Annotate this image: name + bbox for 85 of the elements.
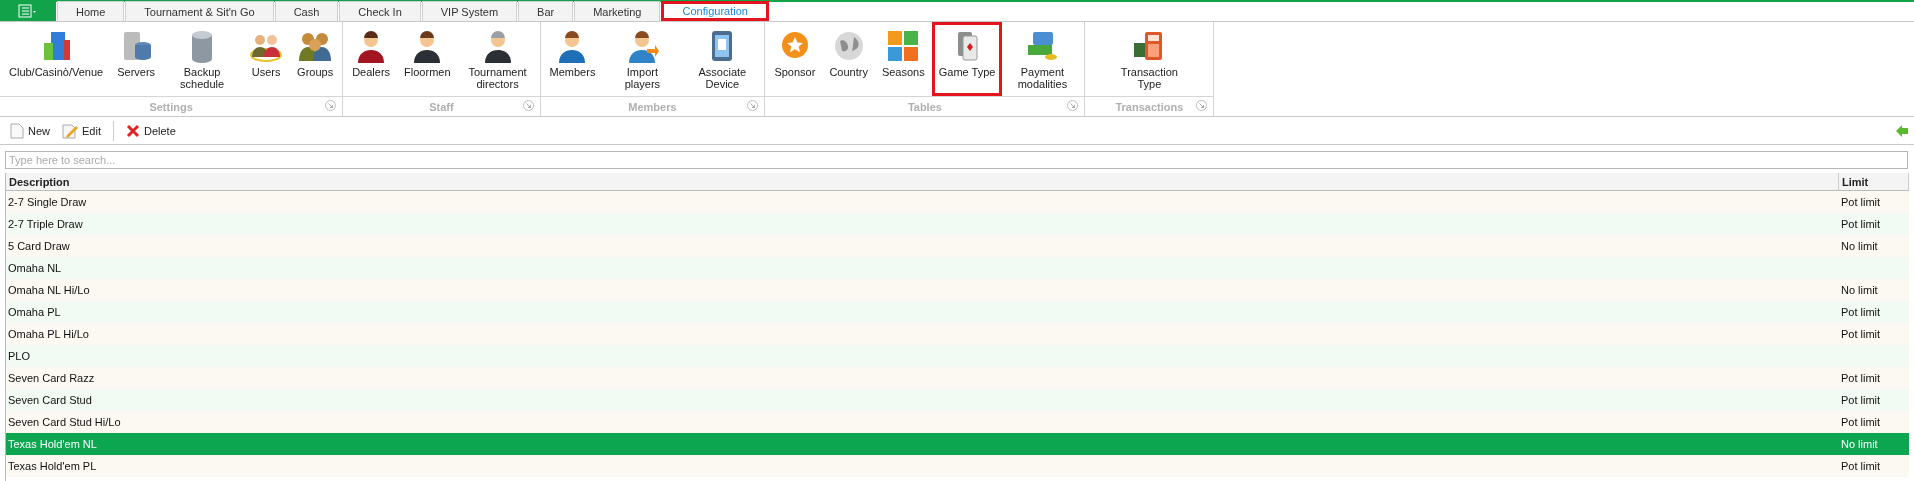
ribbon-button[interactable]: Associate Device xyxy=(682,22,763,96)
table-row[interactable]: Seven Card Stud Hi/Lo Pot limit xyxy=(6,411,1909,433)
menu-icon xyxy=(18,3,38,18)
table-cell: 2-7 Single Draw xyxy=(8,196,87,208)
table-cell: No limit xyxy=(1841,284,1878,296)
table-cell: Seven Card Razz xyxy=(8,372,95,384)
table-row[interactable]: Omaha PL Hi/Lo Pot limit xyxy=(6,323,1909,345)
table-cell: 5 Card Draw xyxy=(8,240,70,252)
table-cell: Pot limit xyxy=(1841,394,1881,406)
table-cell: Pot limit xyxy=(1841,328,1881,340)
ribbon-button[interactable]: Dealers xyxy=(345,22,398,96)
group-label: Members xyxy=(628,100,677,113)
ribbon-tab[interactable]: Tournament & Sit'n Go xyxy=(125,1,274,21)
table-cell: Pot limit xyxy=(1841,306,1881,318)
table-cell: Pot limit xyxy=(1841,196,1881,208)
table-cell: Texas Hold'em NL xyxy=(8,438,97,450)
table-row[interactable]: 5 Card Draw No limit xyxy=(6,235,1909,257)
ribbon-tab[interactable]: Bar xyxy=(518,1,574,21)
table-cell: Pot limit xyxy=(1841,218,1881,230)
ribbon-tab[interactable]: Check In xyxy=(339,1,421,21)
ribbon-tab[interactable]: Marketing xyxy=(574,1,661,21)
ribbon-button[interactable]: Club/Casinò/Venue xyxy=(2,22,111,96)
ribbon-tab[interactable]: Configuration xyxy=(661,1,769,21)
delete-icon xyxy=(126,123,140,138)
edit-icon xyxy=(62,122,78,139)
table-cell: 2-7 Triple Draw xyxy=(8,218,83,230)
table-cell: Seven Card Stud xyxy=(8,394,92,406)
toolbar-button[interactable]: Edit xyxy=(58,120,105,141)
ribbon-button[interactable]: Tournament directors xyxy=(457,22,538,96)
table-cell: Pot limit xyxy=(1841,416,1881,428)
document-icon xyxy=(10,122,24,139)
column-header[interactable]: Description xyxy=(6,173,1839,191)
table-cell: Omaha PL xyxy=(8,306,61,318)
group-label: Tables xyxy=(907,100,942,113)
group-label: Settings xyxy=(149,100,193,113)
ribbon-button[interactable]: Transaction Type xyxy=(1087,22,1212,96)
table-row[interactable]: Seven Card Stud Pot limit xyxy=(6,389,1909,411)
application-menu-button[interactable] xyxy=(0,0,56,21)
tiles-icon xyxy=(886,29,921,63)
ribbon-button[interactable]: Members xyxy=(542,22,603,96)
table-row[interactable]: 2-7 Single Draw Pot limit xyxy=(6,191,1909,213)
group-label: Transactions xyxy=(1115,100,1184,113)
table-cell: Seven Card Stud Hi/Lo xyxy=(8,416,121,428)
dialog-launcher-icon[interactable] xyxy=(1067,100,1079,111)
dialog-launcher-icon[interactable] xyxy=(522,100,534,111)
table-row[interactable]: Texas Hold'em PL Pot limit xyxy=(6,455,1909,477)
ribbon-tab[interactable]: VIP System xyxy=(421,1,518,21)
table-cell: Omaha PL Hi/Lo xyxy=(8,328,89,340)
table-cell: No limit xyxy=(1841,438,1878,450)
table-cell: Pot limit xyxy=(1841,372,1881,384)
ribbon-button[interactable]: Payment modalities xyxy=(1002,22,1083,96)
ribbon-button[interactable]: Users xyxy=(242,22,291,96)
dialog-launcher-icon[interactable] xyxy=(1196,100,1208,111)
table-row[interactable]: PLO xyxy=(6,345,1909,367)
ribbon-button[interactable]: Country xyxy=(822,22,875,96)
table-row[interactable]: Omaha PL Pot limit xyxy=(6,301,1909,323)
table-cell: Omaha NL xyxy=(8,262,62,274)
table-cell: No limit xyxy=(1841,240,1878,252)
ribbon-button[interactable]: Import players xyxy=(602,22,683,96)
ribbon-button[interactable]: Backup schedule xyxy=(162,22,243,96)
ribbon-button[interactable]: Servers xyxy=(110,22,163,96)
toolbar-button[interactable]: New xyxy=(6,120,54,141)
ribbon-button[interactable]: Sponsor xyxy=(767,22,823,96)
ribbon-button[interactable]: Floormen xyxy=(397,22,458,96)
table-row[interactable]: Omaha NL Hi/Lo No limit xyxy=(6,279,1909,301)
dialog-launcher-icon[interactable] xyxy=(747,100,759,111)
table-cell: Texas Hold'em PL xyxy=(8,460,97,472)
table-row[interactable]: Seven Card Razz Pot limit xyxy=(6,367,1909,389)
table-row[interactable]: 2-7 Triple Draw Pot limit xyxy=(6,213,1909,235)
toolbar-button[interactable]: Delete xyxy=(122,121,180,140)
back-arrow-icon[interactable] xyxy=(1896,124,1908,137)
table-cell: Omaha NL Hi/Lo xyxy=(8,284,90,296)
group-label: Staff xyxy=(429,100,454,113)
ribbon-button[interactable]: Game Type xyxy=(931,22,1003,96)
table-row[interactable]: Omaha NL xyxy=(6,257,1909,279)
ribbon-button[interactable]: Groups xyxy=(290,22,341,96)
search-field[interactable]: Type here to search... xyxy=(5,151,1908,169)
dialog-launcher-icon[interactable] xyxy=(325,100,337,111)
ribbon-button[interactable]: Seasons xyxy=(874,22,932,96)
ribbon-tab[interactable]: Cash xyxy=(274,1,339,21)
ribbon-tab[interactable]: Home xyxy=(57,1,125,21)
table-cell: PLO xyxy=(8,350,30,362)
column-header[interactable]: Limit xyxy=(1839,173,1909,191)
money-icon xyxy=(1025,29,1060,63)
table-cell: Pot limit xyxy=(1841,460,1881,472)
